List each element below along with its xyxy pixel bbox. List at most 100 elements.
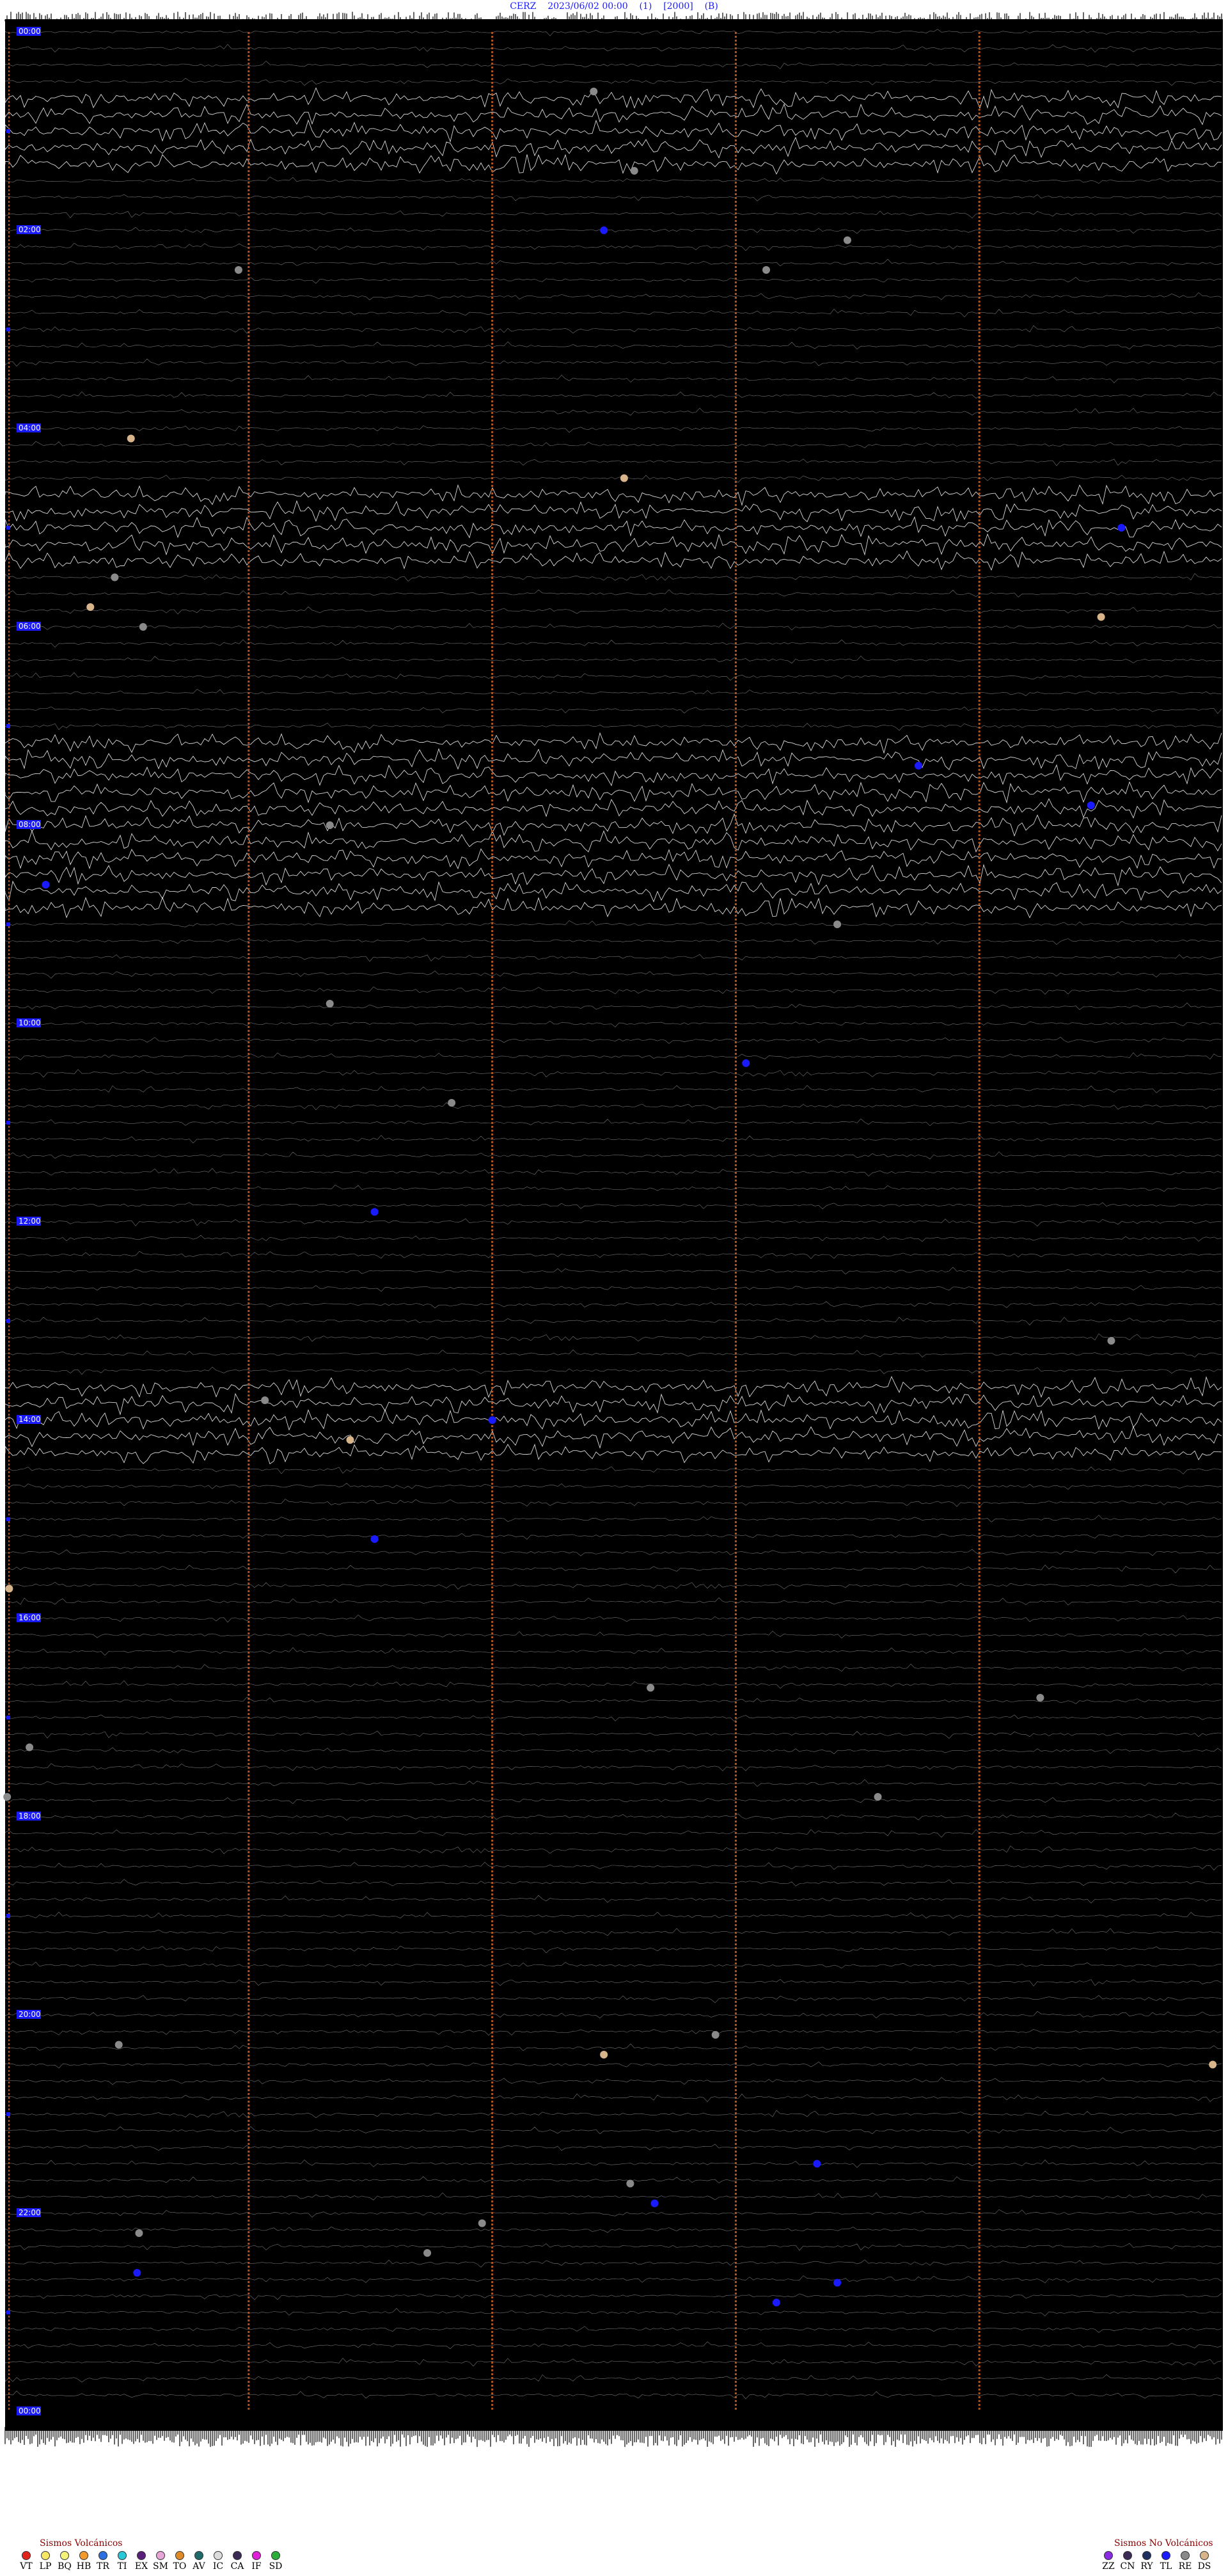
event-marker-tl [488,1416,496,1424]
legend-volcanic: VT LP BQ HB TR TI EX SM TO AV IC CA IF SD [17,2551,285,2572]
y-tick-label: 08:00 [19,820,41,829]
legend-dot-icon [137,2551,146,2560]
event-marker-ds [127,434,135,443]
legend-volcanic-item-hb: HB [74,2551,93,2572]
legend-dot-icon [271,2551,280,2560]
hour-marker [6,1121,10,1125]
legend-code-label: TR [97,2561,109,2572]
event-marker-tl [133,2269,141,2277]
event-marker-re [26,1743,34,1751]
y-tick-label: 00:00 [19,2406,41,2415]
event-marker-tl [600,226,608,234]
y-tick-label: 20:00 [19,2010,41,2019]
hour-marker [6,724,10,728]
event-marker-re [139,623,147,631]
legend-code-label: CN [1120,2561,1135,2572]
legend-dot-icon [79,2551,88,2560]
legend-code-label: IC [212,2561,224,2572]
legend-volcanic-item-ca: CA [228,2551,247,2572]
legend-code-label: RY [1140,2561,1153,2572]
legend-dot-icon [214,2551,223,2560]
hour-marker [6,1319,10,1323]
legend-nonvolcanic-item-ry: RY [1137,2551,1156,2572]
event-marker-re [874,1793,882,1801]
legend-code-label: TL [1160,2561,1172,2572]
legend-nonvolcanic: ZZ CN RY TL RE DS [1099,2551,1214,2572]
event-marker-ds [600,2051,608,2058]
legend-code-label: HB [76,2561,91,2572]
legend-volcanic-item-if: IF [247,2551,266,2572]
legend-volcanic-title: Sismos Volcánicos [40,2538,123,2548]
legend-nonvolcanic-item-cn: CN [1118,2551,1137,2572]
legend-volcanic-item-ti: TI [113,2551,132,2572]
legend-nonvolcanic-item-zz: ZZ [1099,2551,1118,2572]
y-tick-label: 10:00 [19,1018,41,1027]
event-marker-tl [370,1535,379,1543]
event-marker-re [261,1396,269,1404]
event-marker-re [423,2249,432,2257]
legend-nonvolcanic-item-re: RE [1176,2551,1195,2572]
y-tick-label: 14:00 [19,1415,41,1424]
hour-marker [6,328,10,331]
hour-marker [6,2112,10,2116]
event-marker-tl [1087,802,1095,809]
event-marker-re [326,1000,334,1007]
legend-nonvolcanic-item-ds: DS [1195,2551,1214,2572]
legend-dot-icon [98,2551,107,2560]
event-marker-tl [1117,524,1126,532]
event-marker-re [111,573,119,581]
event-marker-tl [42,881,50,889]
hour-marker [6,922,10,926]
event-marker-re [647,1684,655,1692]
legend-volcanic-item-tr: TR [93,2551,113,2572]
event-marker-tl [813,2160,821,2168]
legend-dot-icon [1200,2551,1209,2560]
y-tick-label: 12:00 [19,1217,41,1226]
event-marker-re [833,921,842,928]
legend-dot-icon [252,2551,261,2560]
legend-dot-icon [1181,2551,1190,2560]
legend-volcanic-item-av: AV [189,2551,209,2572]
legend-code-label: TO [173,2561,187,2572]
legend-code-label: AV [193,2561,205,2572]
plot-background [5,19,1223,2431]
hour-marker [6,129,10,133]
legend-volcanic-item-to: TO [170,2551,189,2572]
legend-dot-icon [41,2551,50,2560]
legend-code-label: ZZ [1102,2561,1115,2572]
legend-dot-icon [60,2551,69,2560]
event-marker-re [3,1793,12,1801]
legend-dot-icon [118,2551,127,2560]
event-marker-re [1036,1694,1044,1702]
y-tick-label: 22:00 [19,2208,41,2217]
event-marker-ds [346,1436,354,1444]
event-marker-ds [5,1584,13,1593]
hour-marker [6,1716,10,1719]
legend-code-label: LP [39,2561,52,2572]
legend-nonvolcanic-title: Sismos No Volcánicos [1114,2538,1213,2548]
event-marker-re [762,266,770,274]
y-tick-label: 04:00 [19,423,41,432]
event-marker-re [448,1099,456,1107]
event-marker-ds [1209,2060,1217,2069]
legend-dot-icon [233,2551,242,2560]
hour-marker [6,1914,10,1918]
hour-marker [6,2311,10,2314]
legend-code-label: DS [1197,2561,1211,2572]
event-marker-tl [650,2199,659,2208]
y-tick-label: 16:00 [19,1613,41,1622]
y-tick-label: 02:00 [19,225,41,234]
event-marker-tl [833,2279,842,2287]
legend-code-label: EX [134,2561,148,2572]
legend-code-label: CA [230,2561,244,2572]
event-marker-re [1107,1337,1115,1345]
legend-volcanic-item-sd: SD [266,2551,285,2572]
legend-volcanic-item-bq: BQ [55,2551,74,2572]
event-marker-re [326,821,334,829]
event-marker-re [590,88,598,95]
event-marker-re [711,2031,720,2039]
legend-code-label: VT [20,2561,33,2572]
legend-code-label: SD [269,2561,283,2572]
legend-dot-icon [1123,2551,1132,2560]
event-marker-re [626,2179,634,2188]
